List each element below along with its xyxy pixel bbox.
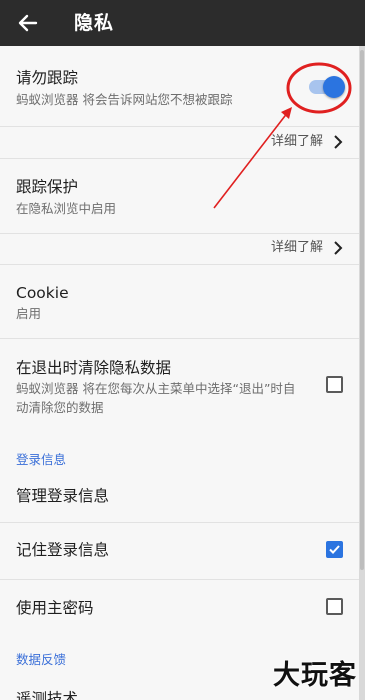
scrollbar-thumb[interactable] xyxy=(360,50,364,570)
clear-on-exit-checkbox[interactable] xyxy=(326,376,343,393)
app-bar: 隐私 xyxy=(0,0,365,46)
page-title: 隐私 xyxy=(74,12,115,34)
settings-list[interactable]: 请勿跟踪 蚂蚁浏览器 将会告诉网站您不想被跟踪 详细了解 跟踪保护 在隐私浏览中… xyxy=(0,46,359,700)
do-not-track-subtitle: 蚂蚁浏览器 将会告诉网站您不想被跟踪 xyxy=(16,92,233,107)
remember-logins-title: 记住登录信息 xyxy=(16,541,110,559)
manage-logins-title: 管理登录信息 xyxy=(16,487,110,505)
tracking-protection-subtitle: 在隐私浏览中启用 xyxy=(16,201,117,216)
chevron-right-icon xyxy=(334,135,343,149)
clear-on-exit-title: 在退出时清除隐私数据 xyxy=(16,359,172,377)
tracking-protection-row[interactable]: 跟踪保护 在隐私浏览中启用 xyxy=(0,159,359,233)
cookie-title: Cookie xyxy=(16,284,69,302)
divider xyxy=(0,233,359,234)
manage-logins-row[interactable]: 管理登录信息 xyxy=(0,471,359,521)
learn-more-label: 详细了解 xyxy=(270,240,323,255)
do-not-track-toggle[interactable] xyxy=(303,75,349,99)
do-not-track-learn-more[interactable]: 详细了解 xyxy=(271,132,343,152)
clear-on-exit-row[interactable]: 在退出时清除隐私数据 蚂蚁浏览器 将在您每次从主菜单中选择“退出”时自动清除您的… xyxy=(0,339,359,427)
cookie-subtitle: 启用 xyxy=(16,306,42,321)
do-not-track-title: 请勿跟踪 xyxy=(16,69,79,87)
arrow-left-icon[interactable] xyxy=(16,11,40,35)
watermark: 大玩客 xyxy=(273,660,357,691)
login-section-header: 登录信息 xyxy=(16,452,67,467)
remember-logins-row[interactable]: 记住登录信息 xyxy=(0,523,359,579)
scrollbar[interactable] xyxy=(359,46,365,700)
learn-more-label: 详细了解 xyxy=(270,134,323,149)
telemetry-title: 遥测技术 xyxy=(16,690,79,700)
master-password-row[interactable]: 使用主密码 xyxy=(0,580,359,634)
checkmark-icon xyxy=(329,545,340,554)
tracking-learn-more[interactable]: 详细了解 xyxy=(271,238,343,258)
cookie-row[interactable]: Cookie 启用 xyxy=(0,265,359,338)
master-password-checkbox[interactable] xyxy=(326,598,343,615)
tracking-protection-title: 跟踪保护 xyxy=(16,178,79,196)
feedback-section-header: 数据反馈 xyxy=(16,652,67,667)
toggle-knob xyxy=(323,76,345,98)
remember-logins-checkbox[interactable] xyxy=(326,541,343,558)
master-password-title: 使用主密码 xyxy=(16,599,94,617)
do-not-track-row[interactable]: 请勿跟踪 蚂蚁浏览器 将会告诉网站您不想被跟踪 xyxy=(0,46,359,126)
chevron-right-icon xyxy=(334,241,343,255)
divider xyxy=(0,126,359,127)
clear-on-exit-subtitle: 蚂蚁浏览器 将在您每次从主菜单中选择“退出”时自动清除您的数据 xyxy=(16,381,296,415)
